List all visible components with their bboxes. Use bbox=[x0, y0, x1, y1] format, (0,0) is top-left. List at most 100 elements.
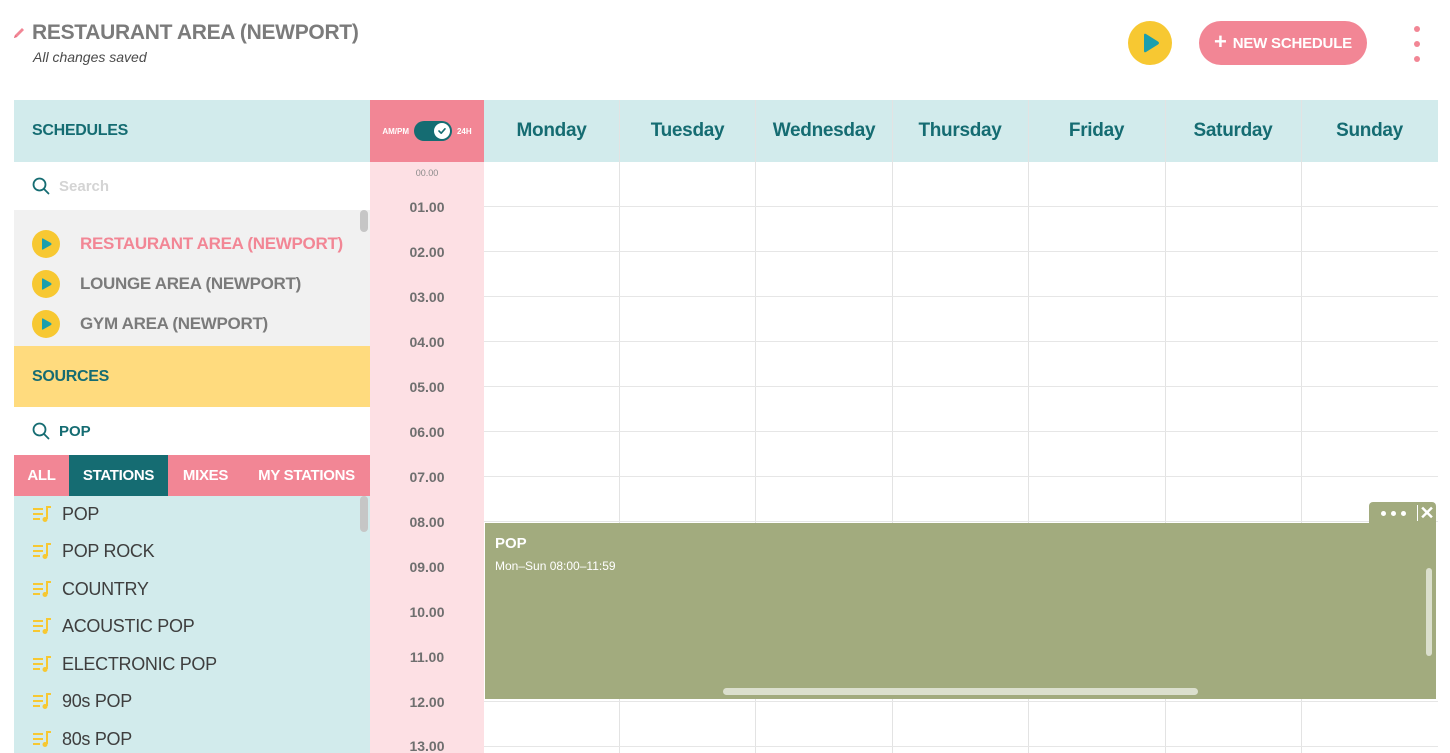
schedule-item-gym[interactable]: GYM AREA (NEWPORT) bbox=[32, 310, 268, 338]
station-label: 90s POP bbox=[62, 690, 132, 711]
ampm-label: AM/PM bbox=[382, 126, 409, 136]
hour-label: 09.00 bbox=[409, 559, 445, 575]
play-schedule-button[interactable] bbox=[1128, 21, 1172, 65]
station-item[interactable]: 80s POP bbox=[32, 727, 132, 751]
station-item[interactable]: ACOUSTIC POP bbox=[32, 614, 195, 638]
grid-line bbox=[484, 296, 1438, 297]
station-item[interactable]: COUNTRY bbox=[32, 577, 149, 601]
playlist-icon bbox=[33, 693, 51, 709]
time-format-switch[interactable] bbox=[413, 121, 452, 141]
event-name: POP bbox=[495, 535, 527, 552]
grid-line bbox=[484, 701, 1438, 702]
hour-label: 12.00 bbox=[409, 694, 445, 710]
station-label: ELECTRONIC POP bbox=[62, 653, 217, 674]
station-item[interactable]: 90s POP bbox=[32, 689, 132, 713]
new-schedule-button[interactable]: + NEW SCHEDULE bbox=[1199, 21, 1367, 65]
play-icon[interactable] bbox=[32, 270, 60, 298]
grid-line bbox=[484, 386, 1438, 387]
playlist-icon bbox=[33, 731, 51, 747]
grid-line bbox=[484, 431, 1438, 432]
time-format-toggle[interactable]: AM/PM 24H bbox=[370, 100, 484, 162]
event-time: Mon–Sun 08:00–11:59 bbox=[495, 559, 616, 573]
day-header-sunday: Sunday bbox=[1301, 100, 1438, 162]
schedule-item-lounge[interactable]: LOUNGE AREA (NEWPORT) bbox=[32, 270, 301, 298]
left-panel: SCHEDULES Search RESTAURANT AREA (NEWPOR… bbox=[14, 100, 370, 753]
schedule-event[interactable]: POP Mon–Sun 08:00–11:59 bbox=[485, 523, 1436, 699]
schedules-list: RESTAURANT AREA (NEWPORT) LOUNGE AREA (N… bbox=[14, 210, 370, 346]
day-header-tuesday: Tuesday bbox=[619, 100, 756, 162]
schedules-search-input[interactable]: Search bbox=[59, 178, 109, 195]
sources-search[interactable]: POP bbox=[14, 407, 370, 455]
play-icon bbox=[1144, 33, 1159, 53]
playlist-icon bbox=[33, 656, 51, 672]
grid-line bbox=[484, 746, 1438, 747]
station-item[interactable]: POP ROCK bbox=[32, 539, 155, 563]
hour-label: 03.00 bbox=[409, 289, 445, 305]
more-dots-icon[interactable] bbox=[1369, 510, 1417, 516]
schedule-item-label: LOUNGE AREA (NEWPORT) bbox=[80, 274, 301, 293]
tab-all[interactable]: ALL bbox=[14, 455, 69, 496]
hour-label: 05.00 bbox=[409, 379, 445, 395]
day-header-saturday: Saturday bbox=[1165, 100, 1301, 162]
hour-label: 06.00 bbox=[409, 424, 445, 440]
check-icon bbox=[433, 123, 450, 139]
playlist-icon bbox=[33, 543, 51, 559]
source-tabs: ALL STATIONS MIXES MY STATIONS bbox=[14, 455, 370, 496]
pencil-icon[interactable] bbox=[12, 26, 26, 40]
station-label: ACOUSTIC POP bbox=[62, 615, 195, 636]
kebab-menu-icon[interactable] bbox=[1410, 26, 1424, 62]
station-item[interactable]: ELECTRONIC POP bbox=[32, 652, 217, 676]
close-icon[interactable]: ✕ bbox=[1418, 504, 1436, 522]
day-header-thursday: Thursday bbox=[892, 100, 1028, 162]
station-label: 80s POP bbox=[62, 728, 132, 749]
day-header-friday: Friday bbox=[1028, 100, 1165, 162]
grid-line bbox=[484, 341, 1438, 342]
schedule-editor: RESTAURANT AREA (NEWPORT) All changes sa… bbox=[0, 0, 1450, 753]
hour-label: 01.00 bbox=[409, 199, 445, 215]
24h-label: 24H bbox=[456, 126, 472, 136]
grid-line bbox=[484, 521, 1438, 522]
grid-line bbox=[484, 206, 1438, 207]
schedules-search[interactable]: Search bbox=[14, 162, 370, 210]
hour-label: 13.00 bbox=[409, 738, 445, 753]
hour-label: 07.00 bbox=[409, 469, 445, 485]
schedule-item-label: GYM AREA (NEWPORT) bbox=[80, 314, 268, 333]
station-item[interactable]: POP bbox=[32, 502, 99, 526]
playlist-icon bbox=[33, 618, 51, 634]
event-horizontal-scrollbar[interactable] bbox=[723, 688, 1198, 695]
hour-label: 10.00 bbox=[409, 604, 445, 620]
tab-my-stations[interactable]: MY STATIONS bbox=[243, 455, 370, 496]
save-status: All changes saved bbox=[33, 49, 147, 65]
playlist-icon bbox=[33, 581, 51, 597]
plus-icon: + bbox=[1214, 29, 1227, 54]
station-label: POP bbox=[62, 503, 100, 524]
new-schedule-label: NEW SCHEDULE bbox=[1232, 34, 1352, 52]
event-vertical-scrollbar[interactable] bbox=[1426, 568, 1432, 656]
day-header-wednesday: Wednesday bbox=[756, 100, 892, 162]
grid-line bbox=[484, 476, 1438, 477]
play-icon[interactable] bbox=[32, 230, 60, 258]
schedules-scrollbar[interactable] bbox=[360, 210, 368, 232]
page-title[interactable]: RESTAURANT AREA (NEWPORT) bbox=[32, 21, 359, 45]
sources-search-input[interactable]: POP bbox=[59, 423, 91, 440]
time-column: AM/PM 24H 00.00 01.00 02.00 03.00 04.00 … bbox=[370, 100, 484, 753]
hour-label: 11.00 bbox=[409, 649, 445, 665]
header: RESTAURANT AREA (NEWPORT) All changes sa… bbox=[0, 0, 1450, 100]
tab-mixes[interactable]: MIXES bbox=[168, 455, 243, 496]
day-header-monday: Monday bbox=[484, 100, 619, 162]
schedules-heading: SCHEDULES bbox=[14, 100, 370, 162]
event-toolbar: ✕ bbox=[1369, 502, 1436, 524]
schedule-item-restaurant[interactable]: RESTAURANT AREA (NEWPORT) bbox=[32, 230, 343, 258]
hour-label: 00.00 bbox=[415, 168, 439, 178]
station-label: COUNTRY bbox=[62, 578, 149, 599]
search-icon bbox=[32, 422, 50, 440]
search-icon bbox=[32, 177, 50, 195]
sources-heading: SOURCES bbox=[14, 346, 370, 407]
tab-stations[interactable]: STATIONS bbox=[69, 455, 168, 496]
schedule-item-label: RESTAURANT AREA (NEWPORT) bbox=[80, 234, 343, 253]
play-icon[interactable] bbox=[32, 310, 60, 338]
hour-label: 08.00 bbox=[409, 514, 445, 530]
stations-scrollbar[interactable] bbox=[360, 496, 368, 532]
playlist-icon bbox=[33, 506, 51, 522]
grid-line bbox=[484, 251, 1438, 252]
